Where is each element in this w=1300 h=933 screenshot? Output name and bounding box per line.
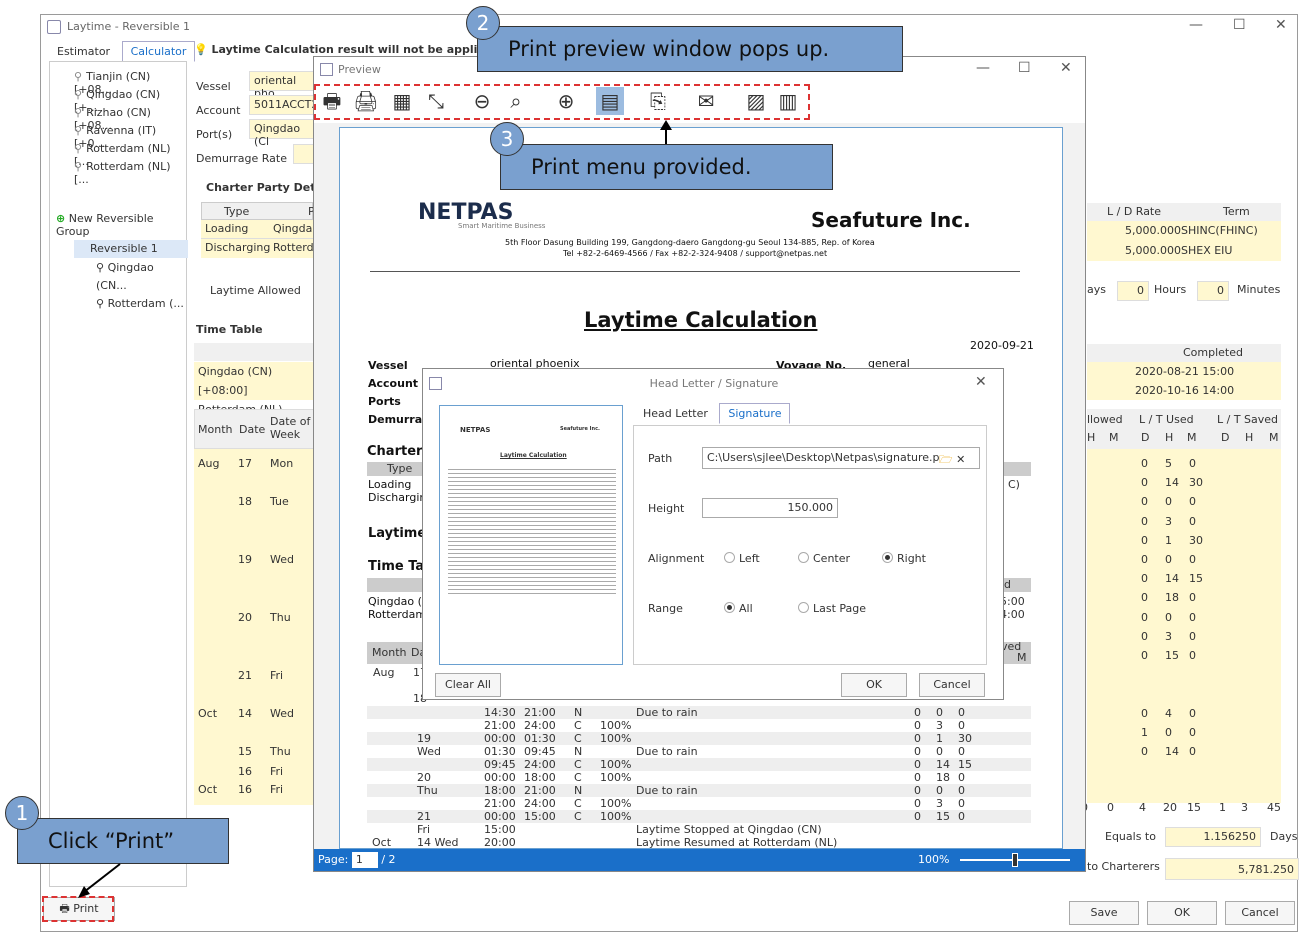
arrow-line [83,863,121,893]
callout-arrows [78,120,672,898]
arrow-head [660,120,672,130]
